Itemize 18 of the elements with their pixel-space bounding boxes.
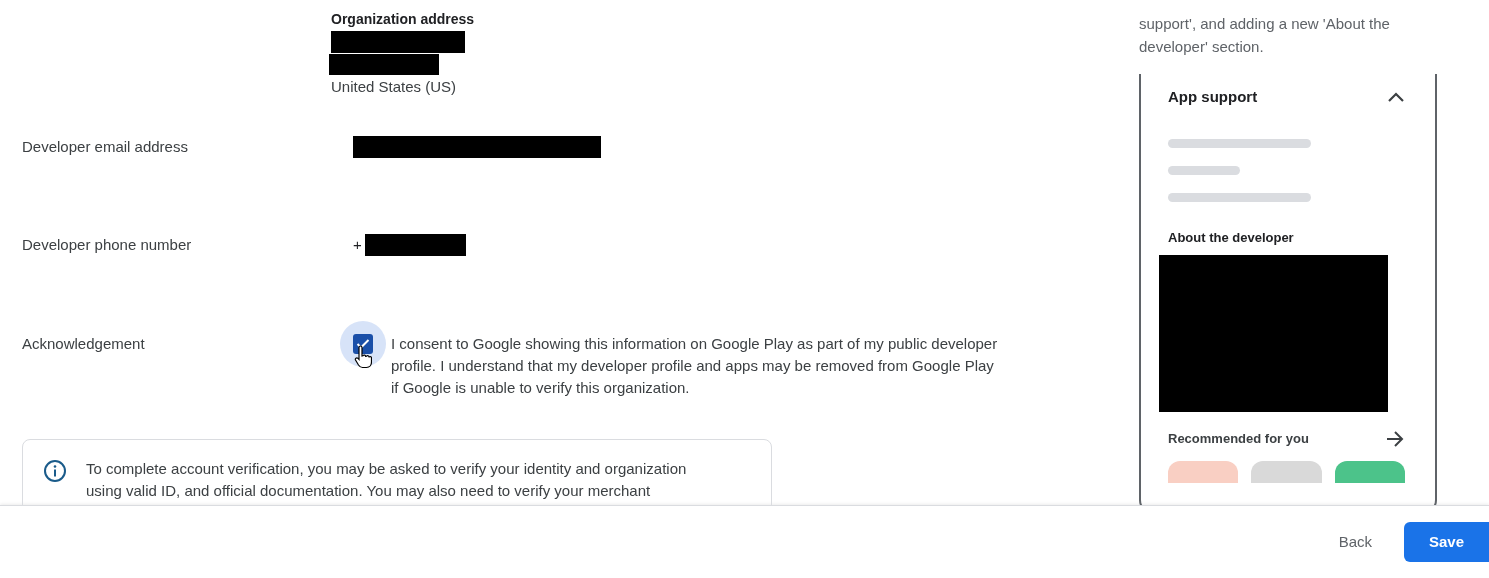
section-title: About the developer <box>1168 228 1295 247</box>
info-text: To complete account verification, you may be asked to verify your identity and organization using valid ID, and official documentation. You may also need to verify your merchant <box>86 458 688 501</box>
info-icon <box>43 458 67 483</box>
section-title: Recommended for you <box>1168 430 1309 448</box>
save-button[interactable]: Save <box>1404 522 1489 562</box>
consent-text: I consent to Google showing this information on Google Play as part of my public developer profile. I understand that my developer profile and apps may be removed from Google Play if Google is unable to verify this organization. <box>391 333 999 398</box>
section-title: App support <box>1168 87 1258 107</box>
field-label: Developer phone number <box>22 235 193 256</box>
preview-description: support', and adding a new 'About the developer' section. <box>1139 14 1391 57</box>
chevron-up-icon[interactable] <box>1387 91 1405 104</box>
field-label: Acknowledgement <box>22 333 146 354</box>
arrow-right-icon[interactable] <box>1385 429 1405 448</box>
field-label: Organization address <box>331 10 475 28</box>
phone-prefix: + <box>353 235 362 255</box>
address-country: United States (US) <box>331 78 458 96</box>
field-label: Developer email address <box>22 137 189 157</box>
hand-cursor-icon <box>354 344 372 369</box>
back-button[interactable]: Back <box>1322 522 1388 562</box>
